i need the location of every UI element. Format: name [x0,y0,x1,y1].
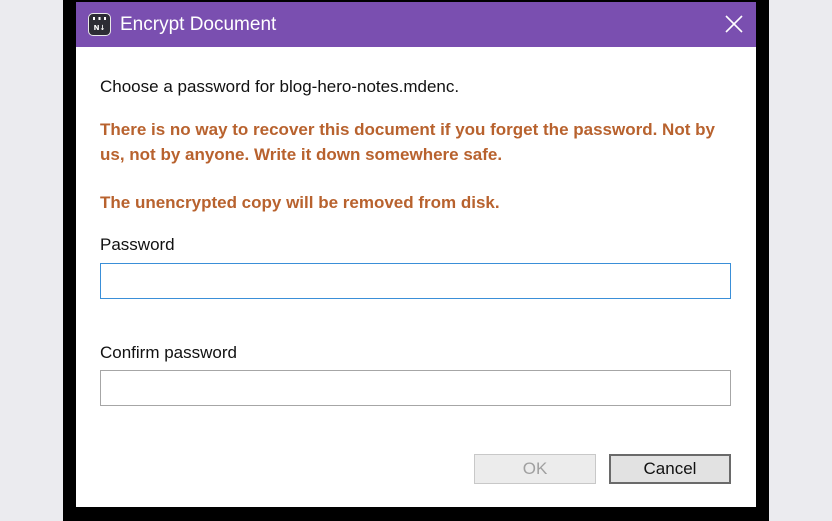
warning-recovery-text: There is no way to recover this document… [100,120,715,164]
backdrop-left [0,0,63,521]
cancel-button[interactable]: Cancel [609,454,731,484]
ok-button[interactable]: OK [474,454,596,484]
warning-removal-text: The unencrypted copy will be removed fro… [100,193,500,212]
title-bar[interactable]: N↓ Encrypt Document [76,2,756,47]
confirm-password-field[interactable] [100,370,731,406]
encrypt-dialog: N↓ Encrypt Document Choose a password fo… [76,2,756,507]
notes-app-icon: N↓ [88,13,111,36]
close-icon [725,15,743,33]
close-button[interactable] [712,2,756,47]
prompt-text: Choose a password for blog-hero-notes.md… [100,77,460,96]
window-title: Encrypt Document [120,14,277,35]
confirm-password-label: Confirm password [100,343,237,362]
password-field[interactable] [100,263,731,299]
password-label: Password [100,235,175,254]
svg-text:N↓: N↓ [94,24,106,32]
backdrop-right [769,0,832,521]
